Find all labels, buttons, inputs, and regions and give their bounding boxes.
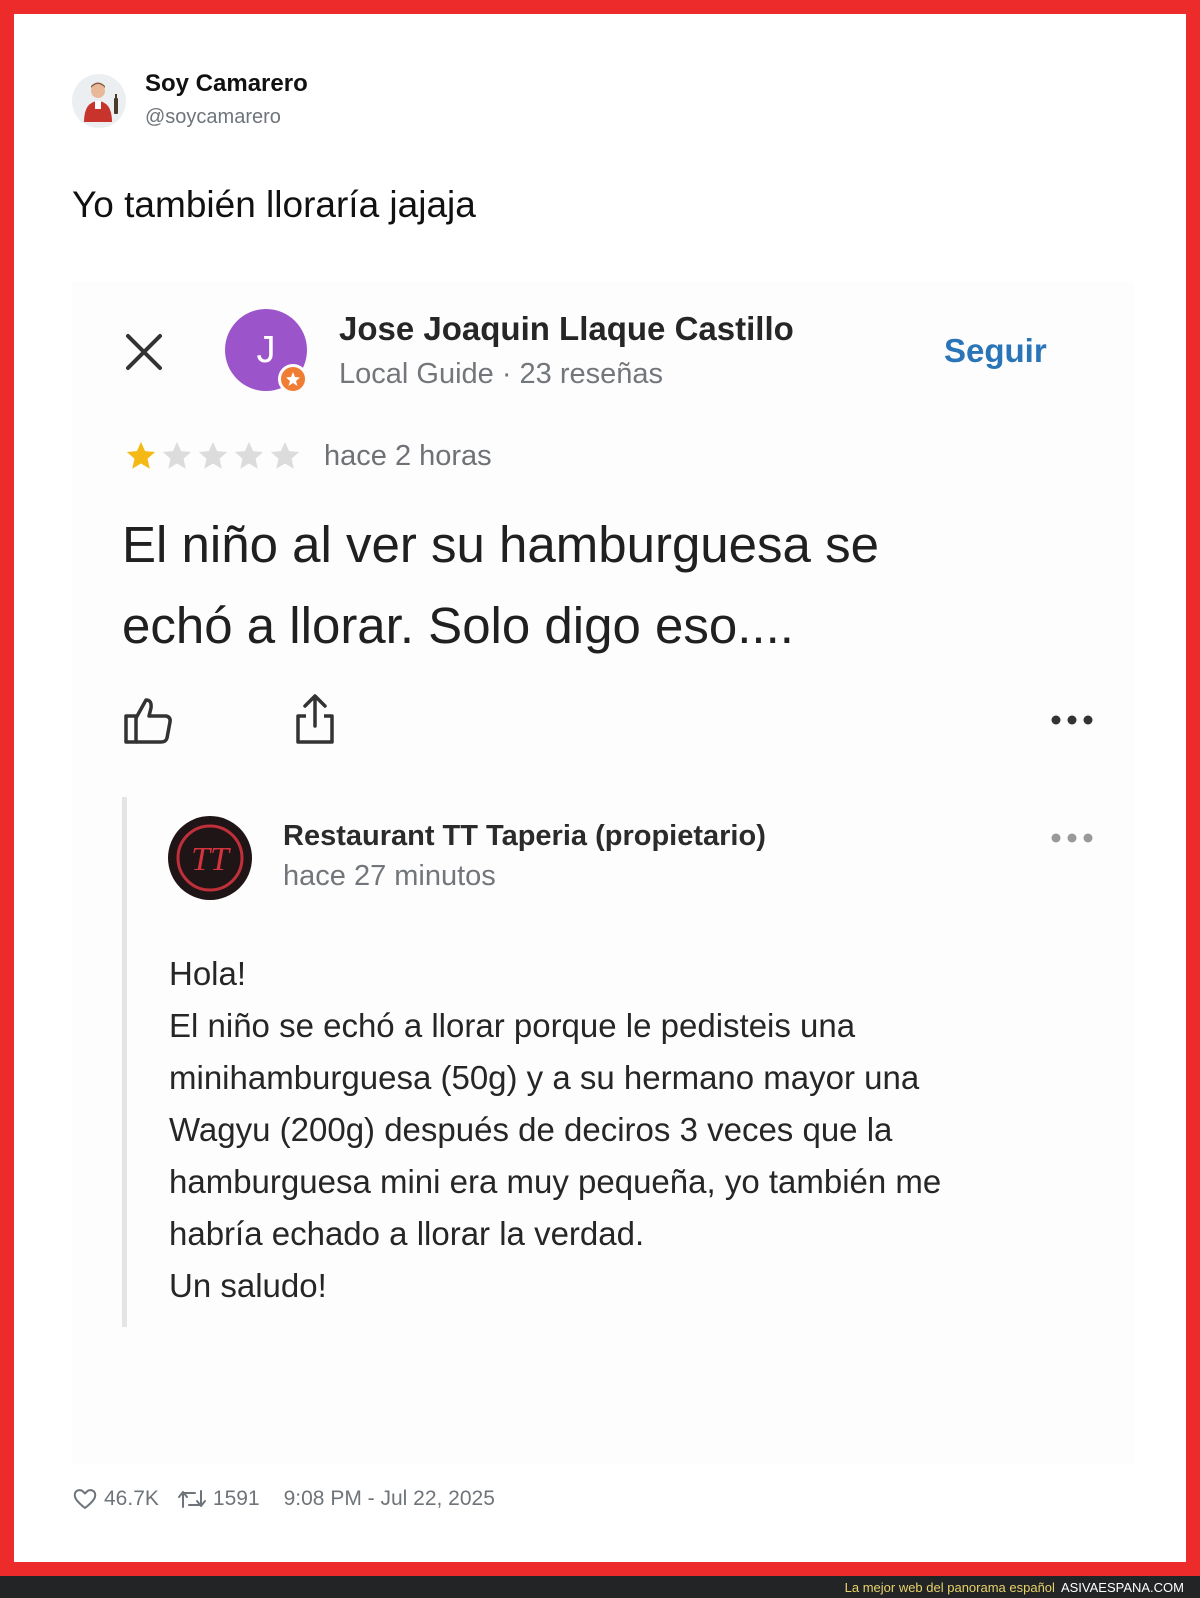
site-footer-bar: La mejor web del panorama español ASIVAE… — [0, 1576, 1200, 1598]
post-frame: Soy Camarero @soycamarero Yo también llo… — [0, 0, 1200, 1576]
retweet-count: 1591 — [212, 1487, 260, 1510]
like-stat[interactable]: 46.7K — [72, 1487, 159, 1511]
star-empty-icon — [162, 441, 192, 469]
star-rating — [124, 439, 302, 473]
reply-line: El niño se echó a llorar porque le pedis… — [169, 1007, 856, 1044]
reply-line: habría echado a llorar la verdad. — [169, 1215, 645, 1252]
owner-logo[interactable]: TT — [168, 816, 252, 900]
thumbs-up-icon[interactable] — [122, 694, 174, 746]
reply-line: Un saludo! — [169, 1267, 327, 1304]
reviewer-avatar-letter: J — [256, 328, 276, 371]
star-empty-icon — [198, 441, 228, 469]
site-tagline: La mejor web del panorama español — [844, 1579, 1055, 1595]
author-handle[interactable]: @soycamarero — [145, 106, 281, 129]
retweet-stat[interactable]: 1591 — [177, 1487, 260, 1511]
author-name[interactable]: Soy Camarero — [145, 70, 308, 98]
follow-button[interactable]: Seguir — [944, 332, 1047, 370]
owner-reply-time: hace 27 minutos — [283, 860, 496, 892]
tweet-timestamp[interactable]: 9:08 PM - Jul 22, 2025 — [284, 1487, 495, 1511]
review-screenshot: J Jose Joaquin Llaque Castillo Local Gui… — [72, 282, 1134, 1464]
reply-line: Hola! — [169, 955, 247, 992]
reply-line: minihamburguesa (50g) y a su hermano may… — [169, 1059, 920, 1096]
reviewer-name[interactable]: Jose Joaquin Llaque Castillo — [339, 310, 794, 348]
owner-name[interactable]: Restaurant TT Taperia (propietario) — [283, 820, 766, 853]
review-text: El niño al ver su hamburguesa se echó a … — [122, 504, 1082, 666]
reply-divider — [122, 797, 127, 1327]
owner-reply-text: Hola! El niño se echó a llorar porque le… — [169, 948, 1089, 1312]
reply-line: Wagyu (200g) después de deciros 3 veces … — [169, 1111, 893, 1148]
waiter-avatar-icon — [84, 82, 118, 122]
heart-icon — [73, 1489, 97, 1509]
tweet-stats: 46.7K 1591 9:08 PM - Jul 22, 2025 — [72, 1487, 495, 1511]
reply-more-options-icon[interactable] — [1048, 828, 1096, 848]
retweet-icon — [177, 1490, 206, 1508]
reviewer-meta: Local Guide · 23 reseñas — [339, 358, 664, 390]
star-filled-icon — [126, 441, 156, 469]
reply-line: hamburguesa mini era muy pequeña, yo tam… — [169, 1163, 942, 1200]
star-empty-icon — [234, 441, 264, 469]
review-text-line: echó a llorar. Solo digo eso.... — [122, 597, 794, 654]
review-time: hace 2 horas — [324, 440, 492, 472]
like-count: 46.7K — [104, 1487, 159, 1510]
tweet-text: Yo también lloraría jajaja — [72, 184, 476, 225]
share-icon[interactable] — [292, 692, 338, 746]
author-avatar[interactable] — [72, 74, 126, 128]
local-guide-badge-icon — [278, 364, 308, 394]
restaurant-logo-text: TT — [191, 841, 231, 878]
site-name[interactable]: ASIVAESPANA.COM — [1061, 1580, 1184, 1595]
restaurant-logo-icon: TT — [176, 824, 244, 892]
star-empty-icon — [270, 441, 300, 469]
review-text-line: El niño al ver su hamburguesa se — [122, 516, 879, 573]
more-options-icon[interactable] — [1048, 710, 1096, 730]
close-icon[interactable] — [122, 330, 166, 374]
